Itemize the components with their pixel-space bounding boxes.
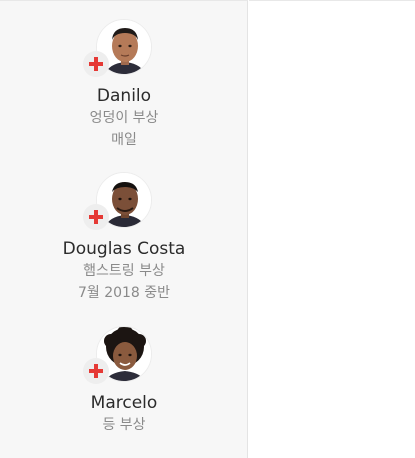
player-name: Douglas Costa (62, 239, 186, 259)
red-cross-icon (89, 364, 103, 378)
player-injury: 등 부상 (102, 417, 146, 433)
injury-badge (83, 51, 109, 77)
player-name: Marcelo (90, 393, 158, 413)
player-avatar-container (83, 326, 152, 384)
empty-content-panel (249, 0, 415, 458)
player-injury: 햄스트링 부상 (83, 263, 165, 279)
player-expected-return: 7월 2018 중반 (77, 285, 171, 301)
injured-players-panel: Danilo 엉덩이 부상 매일 Douglas Costa 햄스트링 부상 7… (0, 0, 248, 458)
player-injury: 엉덩이 부상 (89, 110, 159, 126)
player-expected-return: 매일 (111, 132, 137, 148)
player-card-danilo[interactable]: Danilo 엉덩이 부상 매일 (0, 19, 248, 151)
player-avatar-container (83, 19, 152, 77)
red-cross-icon (89, 210, 103, 224)
red-cross-icon (89, 57, 103, 71)
player-card-douglas-costa[interactable]: Douglas Costa 햄스트링 부상 7월 2018 중반 (0, 172, 248, 304)
player-avatar-container (83, 172, 152, 230)
player-card-marcelo[interactable]: Marcelo 등 부상 (0, 326, 248, 436)
injury-badge (83, 204, 109, 230)
player-name: Danilo (96, 86, 152, 106)
injury-badge (83, 358, 109, 384)
